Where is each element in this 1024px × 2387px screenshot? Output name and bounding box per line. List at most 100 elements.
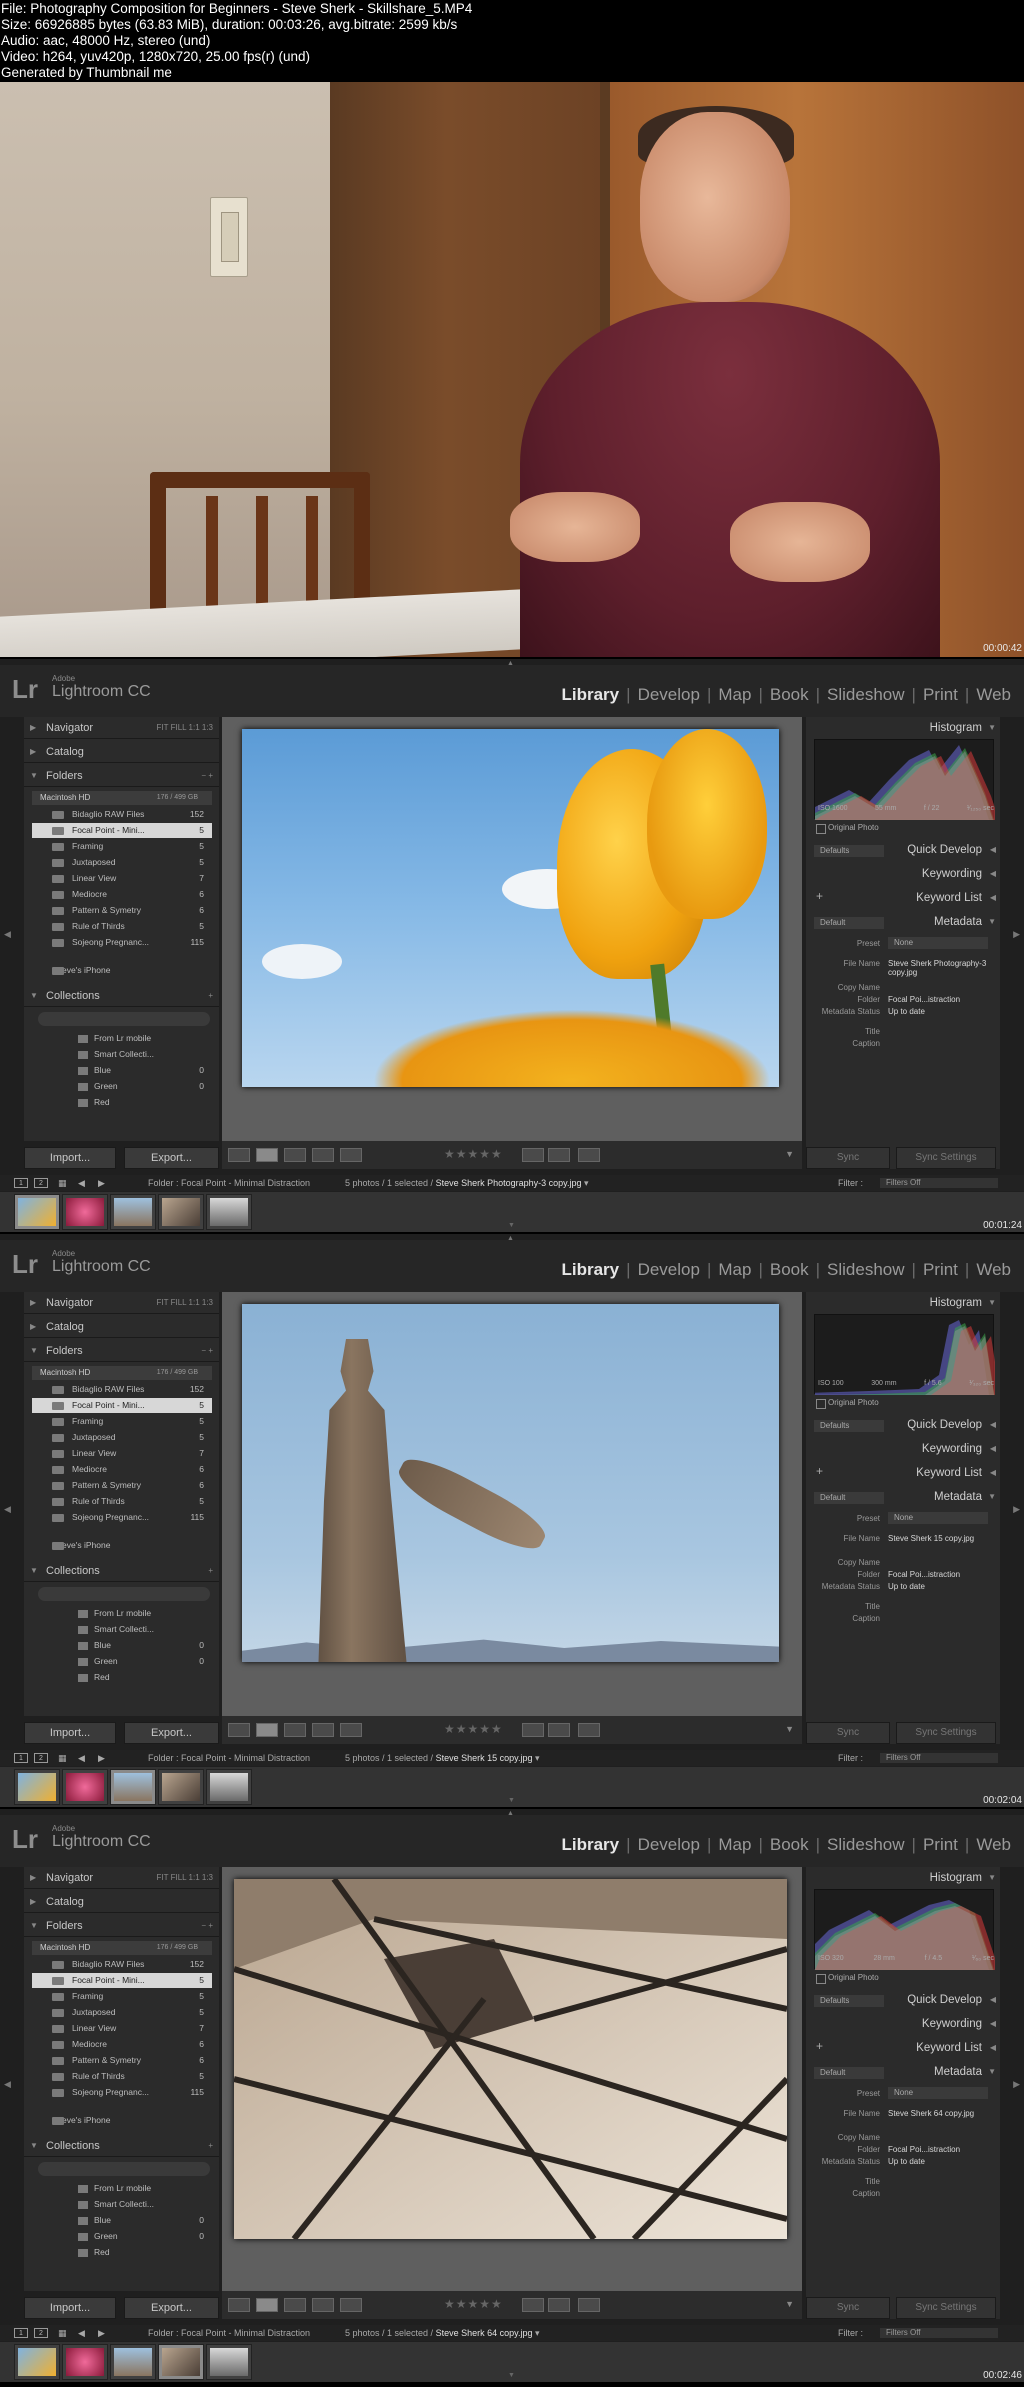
forward-icon[interactable]: ▶ xyxy=(98,1750,105,1766)
right-panel-arrow-icon[interactable]: ▶ xyxy=(1013,1504,1020,1515)
collections-add-icon[interactable]: + xyxy=(208,985,213,1007)
keyword-list-header[interactable]: Keyword List xyxy=(806,2037,1000,2059)
module-print[interactable]: Print xyxy=(916,685,965,705)
rotate-left-icon[interactable] xyxy=(522,2298,544,2312)
survey-view-icon[interactable] xyxy=(312,1148,334,1162)
collection-item[interactable]: Smart Collecti... xyxy=(32,1622,212,1637)
file-name-value[interactable]: Steve Sherk 15 copy.jpg xyxy=(888,1534,996,1543)
filmstrip-thumbnail[interactable] xyxy=(110,1194,156,1230)
original-photo-checkbox[interactable]: Original Photo xyxy=(816,823,879,834)
folder-item[interactable]: Linear View 7 xyxy=(32,871,212,886)
filter-select[interactable]: Filters Off xyxy=(880,1753,998,1763)
original-photo-checkbox[interactable]: Original Photo xyxy=(816,1398,879,1409)
filmstrip-count[interactable]: 5 photos / 1 selected / Steve Sherk 15 c… xyxy=(345,1750,540,1766)
main-photo[interactable] xyxy=(242,729,779,1087)
folder-item[interactable]: Rule of Thirds 5 xyxy=(32,919,212,934)
bottom-panel-arrow-icon[interactable]: ▼ xyxy=(508,1222,515,1229)
folder-item[interactable]: Pattern & Symetry 6 xyxy=(32,2053,212,2068)
sync-settings-button[interactable]: Sync Settings xyxy=(896,2297,996,2319)
left-panel-arrow-icon[interactable]: ◀ xyxy=(4,929,11,940)
quick-develop-header[interactable]: Quick Develop xyxy=(806,1414,1000,1436)
metadata-preset-select[interactable]: None xyxy=(888,2087,988,2099)
collections-header[interactable]: Collections + xyxy=(24,1560,219,1582)
loupe-view-icon[interactable] xyxy=(256,1723,278,1737)
compare-view-icon[interactable] xyxy=(284,1723,306,1737)
collection-item[interactable]: From Lr mobile xyxy=(32,2181,212,2196)
collections-add-icon[interactable]: + xyxy=(208,2135,213,2157)
filmstrip-thumbnail[interactable] xyxy=(14,1194,60,1230)
grid-nav-icon[interactable]: ▦ xyxy=(58,1750,67,1766)
left-panel-arrow-icon[interactable]: ◀ xyxy=(4,2079,11,2090)
module-web[interactable]: Web xyxy=(969,685,1018,705)
collection-item[interactable]: Blue 0 xyxy=(32,2213,212,2228)
collection-item[interactable]: Smart Collecti... xyxy=(32,1047,212,1062)
rotate-right-icon[interactable] xyxy=(548,2298,570,2312)
histogram-header[interactable]: Histogram xyxy=(806,717,1000,739)
compare-view-icon[interactable] xyxy=(284,2298,306,2312)
folder-item[interactable]: Rule of Thirds 5 xyxy=(32,1494,212,1509)
folder-item[interactable]: Juxtaposed 5 xyxy=(32,855,212,870)
module-slideshow[interactable]: Slideshow xyxy=(820,1260,912,1280)
filmstrip-thumbnail[interactable] xyxy=(14,2344,60,2380)
second-window-icon[interactable]: 2 xyxy=(34,1178,48,1188)
histogram-header[interactable]: Histogram xyxy=(806,1292,1000,1314)
grid-view-icon[interactable] xyxy=(228,1148,250,1162)
filmstrip-count[interactable]: 5 photos / 1 selected / Steve Sherk 64 c… xyxy=(345,2325,540,2341)
folder-item[interactable]: Bidaglio RAW Files 152 xyxy=(32,1957,212,1972)
navigator-header[interactable]: Navigator FIT FILL 1:1 1:3 xyxy=(24,1292,219,1314)
survey-view-icon[interactable] xyxy=(312,1723,334,1737)
compare-view-icon[interactable] xyxy=(284,1148,306,1162)
main-photo[interactable] xyxy=(242,1304,779,1662)
keywording-header[interactable]: Keywording xyxy=(806,1438,1000,1460)
module-map[interactable]: Map xyxy=(711,1260,758,1280)
import-button[interactable]: Import... xyxy=(24,1722,116,1744)
iphone-row[interactable]: Steve's iPhone xyxy=(32,2113,212,2128)
keyword-list-header[interactable]: Keyword List xyxy=(806,1462,1000,1484)
second-window-icon[interactable]: 2 xyxy=(34,2328,48,2338)
nav-zoom-options[interactable]: FIT FILL 1:1 1:3 xyxy=(157,717,213,739)
nav-zoom-options[interactable]: FIT FILL 1:1 1:3 xyxy=(157,1867,213,1889)
rotate-left-icon[interactable] xyxy=(522,1723,544,1737)
folder-item[interactable]: Pattern & Symetry 6 xyxy=(32,903,212,918)
folder-item[interactable]: Framing 5 xyxy=(32,1414,212,1429)
folders-add-icon[interactable]: − + xyxy=(201,1915,213,1937)
volume-row[interactable]: Macintosh HD 176 / 499 GB xyxy=(32,1366,212,1380)
module-library[interactable]: Library xyxy=(555,685,627,705)
people-view-icon[interactable] xyxy=(340,2298,362,2312)
module-web[interactable]: Web xyxy=(969,1260,1018,1280)
filmstrip-thumbnail[interactable] xyxy=(206,2344,252,2380)
collection-item[interactable]: Blue 0 xyxy=(32,1638,212,1653)
toolbar-menu-chevron-down-icon[interactable]: ▼ xyxy=(785,1724,794,1734)
folder-item[interactable]: Sojeong Pregnanc... 115 xyxy=(32,935,212,950)
collection-item[interactable]: Green 0 xyxy=(32,2229,212,2244)
folder-item[interactable]: Sojeong Pregnanc... 115 xyxy=(32,1510,212,1525)
module-print[interactable]: Print xyxy=(916,1835,965,1855)
metadata-header[interactable]: Metadata xyxy=(806,2061,1000,2083)
module-library[interactable]: Library xyxy=(555,1835,627,1855)
navigator-header[interactable]: Navigator FIT FILL 1:1 1:3 xyxy=(24,717,219,739)
collection-item[interactable]: Green 0 xyxy=(32,1079,212,1094)
filmstrip-thumbnail[interactable] xyxy=(62,1769,108,1805)
star-rating[interactable]: ★★★★★ xyxy=(444,1722,503,1736)
filmstrip-thumbnail[interactable] xyxy=(14,1769,60,1805)
sync-settings-button[interactable]: Sync Settings xyxy=(896,1722,996,1744)
folder-item[interactable]: Mediocre 6 xyxy=(32,2037,212,2052)
rotate-right-icon[interactable] xyxy=(548,1148,570,1162)
filmstrip-count[interactable]: 5 photos / 1 selected / Steve Sherk Phot… xyxy=(345,1175,589,1191)
right-panel-arrow-icon[interactable]: ▶ xyxy=(1013,2079,1020,2090)
rotate-right-icon[interactable] xyxy=(548,1723,570,1737)
folder-item[interactable]: Linear View 7 xyxy=(32,1446,212,1461)
left-panel-arrow-icon[interactable]: ◀ xyxy=(4,1504,11,1515)
collection-item[interactable]: Red xyxy=(32,1095,212,1110)
grid-nav-icon[interactable]: ▦ xyxy=(58,1175,67,1191)
folders-add-icon[interactable]: − + xyxy=(201,1340,213,1362)
metadata-header[interactable]: Metadata xyxy=(806,911,1000,933)
folder-item[interactable]: Sojeong Pregnanc... 115 xyxy=(32,2085,212,2100)
import-button[interactable]: Import... xyxy=(24,2297,116,2319)
export-button[interactable]: Export... xyxy=(124,1722,219,1744)
keyword-list-header[interactable]: Keyword List xyxy=(806,887,1000,909)
folder-item[interactable]: Mediocre 6 xyxy=(32,1462,212,1477)
sync-settings-button[interactable]: Sync Settings xyxy=(896,1147,996,1169)
folder-item[interactable]: Mediocre 6 xyxy=(32,887,212,902)
painter-icon[interactable] xyxy=(578,1723,600,1737)
